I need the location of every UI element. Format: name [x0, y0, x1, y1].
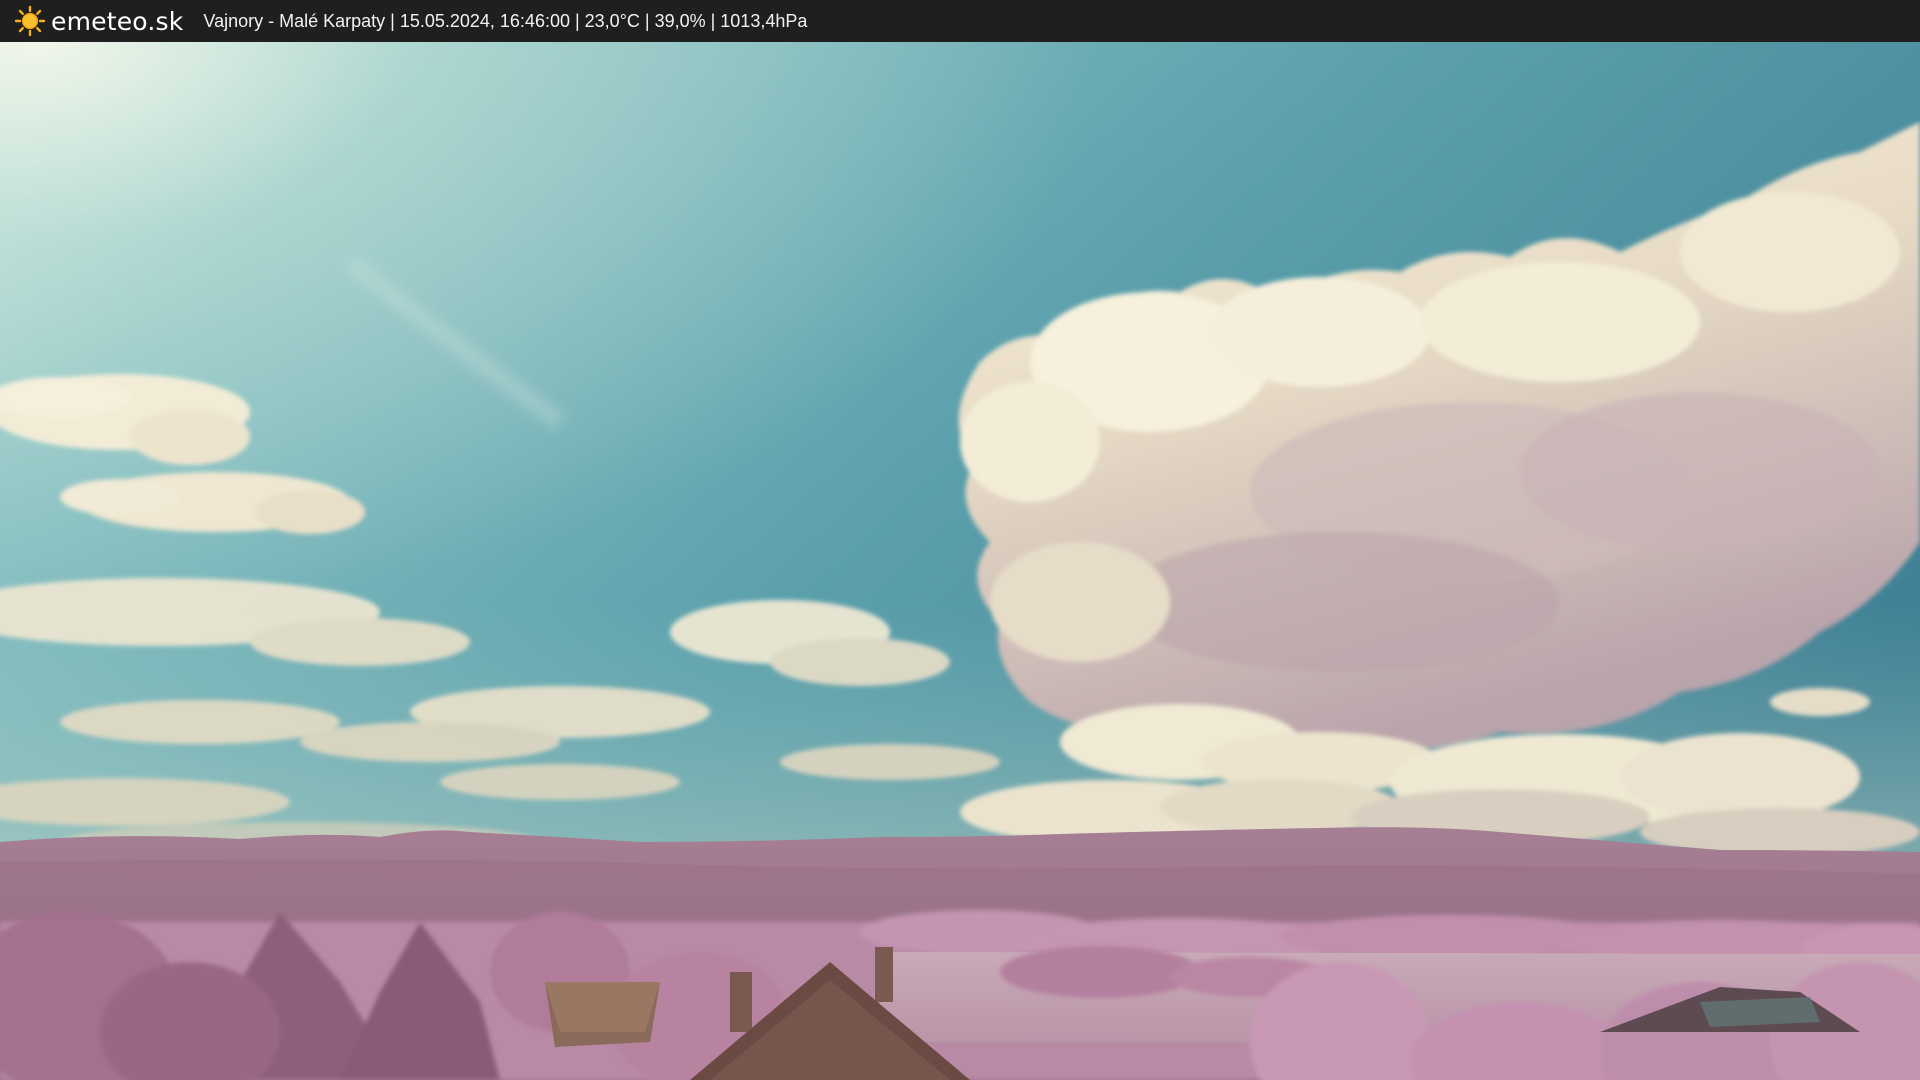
webcam-image [0, 42, 1920, 1080]
caption-bar: emeteo.sk Vajnory - Malé Karpaty | 15.05… [0, 0, 1920, 42]
brand-name: emeteo.sk [51, 6, 184, 36]
station-caption: Vajnory - Malé Karpaty | 15.05.2024, 16:… [203, 10, 808, 31]
sun-icon [13, 4, 47, 38]
webcam-page: emeteo.sk Vajnory - Malé Karpaty | 15.05… [0, 0, 1920, 1080]
